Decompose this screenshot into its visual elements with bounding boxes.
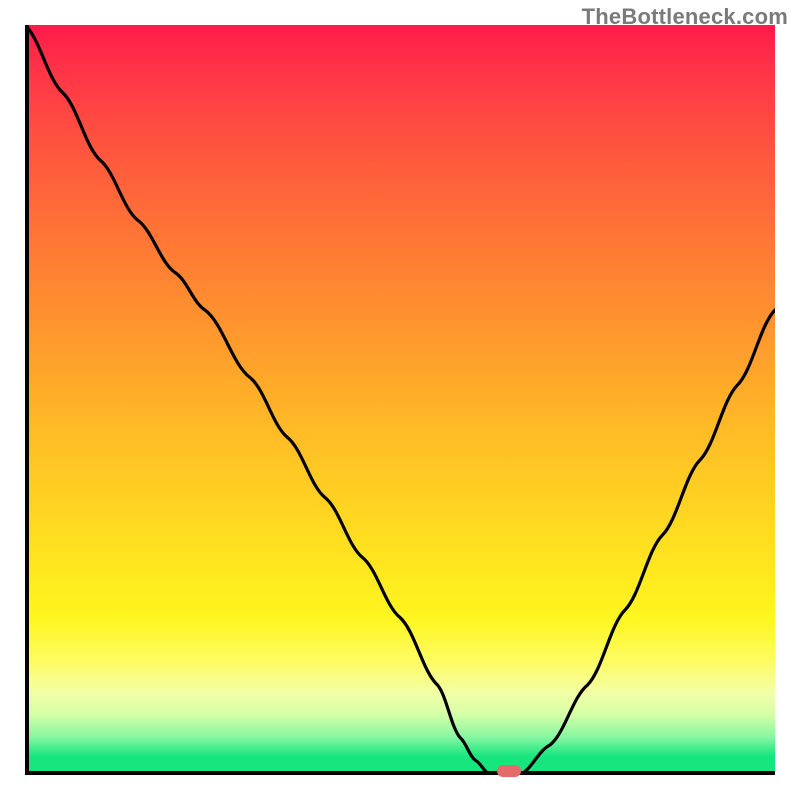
watermark-text: TheBottleneck.com: [582, 4, 788, 30]
optimal-point-marker: [497, 765, 521, 777]
bottleneck-chart: TheBottleneck.com: [0, 0, 800, 800]
bottleneck-curve: [25, 25, 775, 775]
